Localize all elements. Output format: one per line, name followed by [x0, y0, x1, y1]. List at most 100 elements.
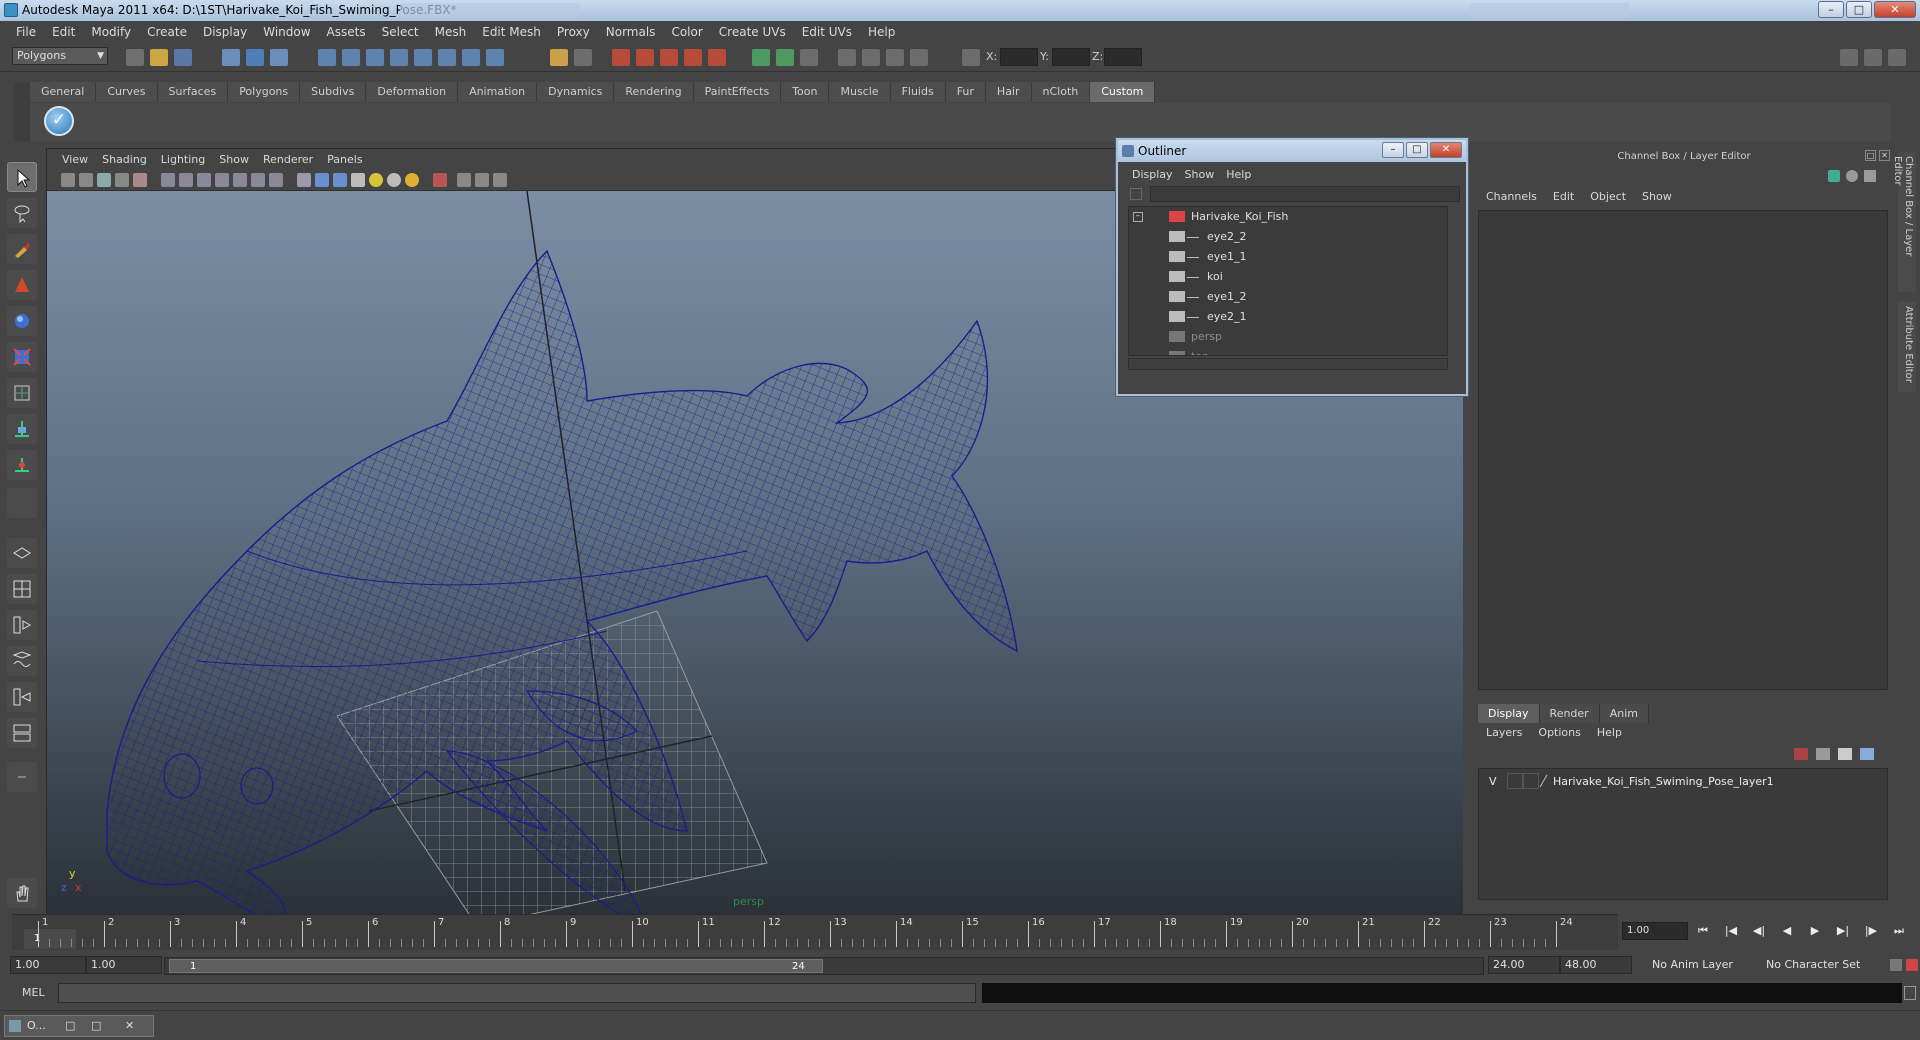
character-set-select[interactable]: No Character Set [1762, 956, 1886, 974]
list-item[interactable]: top [1129, 347, 1447, 355]
step-back-key-button[interactable]: |◀ [1720, 922, 1742, 940]
outliner-titlebar[interactable]: Outliner – □ ✕ [1118, 140, 1466, 162]
transform-input-icon[interactable] [962, 49, 980, 66]
show-menu[interactable]: Show [1634, 190, 1680, 203]
current-time-field[interactable]: 1.00 [1622, 922, 1688, 940]
play-forwards-button[interactable]: ▶ [1804, 922, 1826, 940]
tab-render[interactable]: Render [1539, 704, 1600, 723]
lock-icon[interactable] [550, 49, 568, 66]
layers-menu[interactable]: Layers [1478, 726, 1530, 739]
list-item[interactable]: eye1_2 [1129, 287, 1447, 307]
collapse-icon[interactable]: – [1133, 212, 1143, 222]
menu-normals[interactable]: Normals [598, 25, 664, 39]
outliner-window[interactable]: Outliner – □ ✕ Display Show Help – Hariv… [1116, 138, 1468, 396]
maximize-icon[interactable]: □ [91, 1016, 101, 1036]
shelf-tab-dynamics[interactable]: Dynamics [537, 82, 615, 102]
shelf-tab-rendering[interactable]: Rendering [614, 82, 694, 102]
panel-close-icon[interactable]: ✕ [1879, 150, 1890, 161]
vp-menu-renderer[interactable]: Renderer [256, 153, 320, 166]
scale-tool-icon[interactable] [7, 378, 37, 408]
resolution-gate-icon[interactable] [197, 173, 211, 187]
x-input[interactable] [1000, 48, 1038, 66]
render-frame-icon[interactable] [612, 49, 630, 66]
shelf-tab-curves[interactable]: Curves [96, 82, 158, 102]
outliner-list[interactable]: – Harivake_Koi_Fish eye2_2 eye1_1 koi ey… [1128, 206, 1448, 356]
minimize-button[interactable]: – [1818, 1, 1844, 18]
shelf-tab-ncloth[interactable]: nCloth [1031, 82, 1091, 102]
shelf-tab-painteffects[interactable]: PaintEffects [693, 82, 782, 102]
tool-settings-panel-icon[interactable] [1864, 49, 1882, 66]
snap-grid-icon[interactable] [342, 49, 360, 66]
list-item[interactable]: persp [1129, 327, 1447, 347]
layer-toggle-icon[interactable] [886, 49, 904, 66]
shelf-tab-polygons[interactable]: Polygons [228, 82, 301, 102]
step-back-frame-button[interactable]: ◀| [1748, 922, 1770, 940]
maximize-button[interactable]: □ [1846, 1, 1872, 18]
default-lighting-icon[interactable] [369, 173, 383, 187]
select-object-icon[interactable] [246, 49, 264, 66]
menu-modify[interactable]: Modify [83, 25, 139, 39]
snap-live-icon[interactable] [438, 49, 456, 66]
shelf-tab-deformation[interactable]: Deformation [366, 82, 459, 102]
hand-tool-icon[interactable] [7, 878, 37, 908]
object-menu[interactable]: Object [1582, 190, 1634, 203]
manipulator-icon[interactable] [1828, 170, 1840, 182]
tab-anim[interactable]: Anim [1599, 704, 1649, 723]
selected-lights-icon[interactable] [405, 173, 419, 187]
key-icon[interactable] [1890, 959, 1902, 971]
outliner-menu-help[interactable]: Help [1220, 168, 1257, 181]
layer-list[interactable]: V Harivake_Koi_Fish_Swiming_Pose_layer1 [1478, 768, 1888, 900]
menu-select[interactable]: Select [374, 25, 427, 39]
edit-menu[interactable]: Edit [1545, 190, 1582, 203]
select-tool-icon[interactable] [7, 162, 37, 192]
paint-select-tool-icon[interactable] [7, 234, 37, 264]
menu-display[interactable]: Display [195, 25, 255, 39]
add-selected-icon[interactable] [1860, 748, 1874, 760]
grid-toggle-icon[interactable] [161, 173, 175, 187]
menu-file[interactable]: File [8, 25, 44, 39]
modeling-toolkit-icon[interactable] [910, 49, 928, 66]
outliner-toggle-icon[interactable] [862, 49, 880, 66]
attr-editor-toggle-icon[interactable] [776, 49, 794, 66]
menu-assets[interactable]: Assets [319, 25, 374, 39]
four-view-layout-icon[interactable] [7, 574, 37, 604]
select-hierarchy-icon[interactable] [222, 49, 240, 66]
vp-menu-lighting[interactable]: Lighting [154, 153, 212, 166]
step-forward-frame-button[interactable]: ▶| [1832, 922, 1854, 940]
image-plane-icon[interactable] [115, 173, 129, 187]
camera-select-icon[interactable] [61, 173, 75, 187]
hardware-texturing-icon[interactable] [493, 173, 507, 187]
shelf-tab-muscle[interactable]: Muscle [829, 82, 891, 102]
textured-icon[interactable] [351, 173, 365, 187]
gate-mask-icon[interactable] [215, 173, 229, 187]
check-icon[interactable]: ✓ [44, 106, 74, 136]
menu-proxy[interactable]: Proxy [549, 25, 598, 39]
pick-mask-icon[interactable] [318, 49, 336, 66]
shelf-handle[interactable] [14, 82, 30, 142]
move-tool-icon[interactable] [7, 306, 37, 336]
playback-end-field[interactable]: 24.00 [1488, 956, 1560, 974]
script-language-toggle[interactable]: MEL [22, 986, 45, 999]
outliner-menu-show[interactable]: Show [1179, 168, 1221, 181]
anim-prefs-icon[interactable] [1906, 959, 1918, 971]
script-editor-icon[interactable] [1904, 986, 1916, 1000]
new-scene-icon[interactable] [126, 49, 144, 66]
end-time-field[interactable]: 48.00 [1560, 956, 1632, 974]
safe-action-icon[interactable] [251, 173, 265, 187]
snap-view-icon[interactable] [414, 49, 432, 66]
persp-graph-layout-icon[interactable] [7, 718, 37, 748]
layer-row[interactable]: V Harivake_Koi_Fish_Swiming_Pose_layer1 [1483, 773, 1883, 791]
two-d-pan-icon[interactable] [133, 173, 147, 187]
shelf-tab-custom[interactable]: Custom [1090, 82, 1156, 102]
panel-float-icon[interactable]: □ [1865, 150, 1876, 161]
channel-box-area[interactable] [1478, 210, 1888, 690]
restore-icon[interactable]: □ [65, 1016, 75, 1036]
render-view-icon[interactable] [708, 49, 726, 66]
layer-playback-toggle[interactable] [1507, 773, 1523, 789]
xray-icon[interactable] [457, 173, 471, 187]
open-scene-icon[interactable] [150, 49, 168, 66]
command-input[interactable] [58, 983, 976, 1003]
shelf-tab-toon[interactable]: Toon [781, 82, 830, 102]
smooth-shade-icon[interactable] [315, 173, 329, 187]
channels-menu[interactable]: Channels [1478, 190, 1545, 203]
